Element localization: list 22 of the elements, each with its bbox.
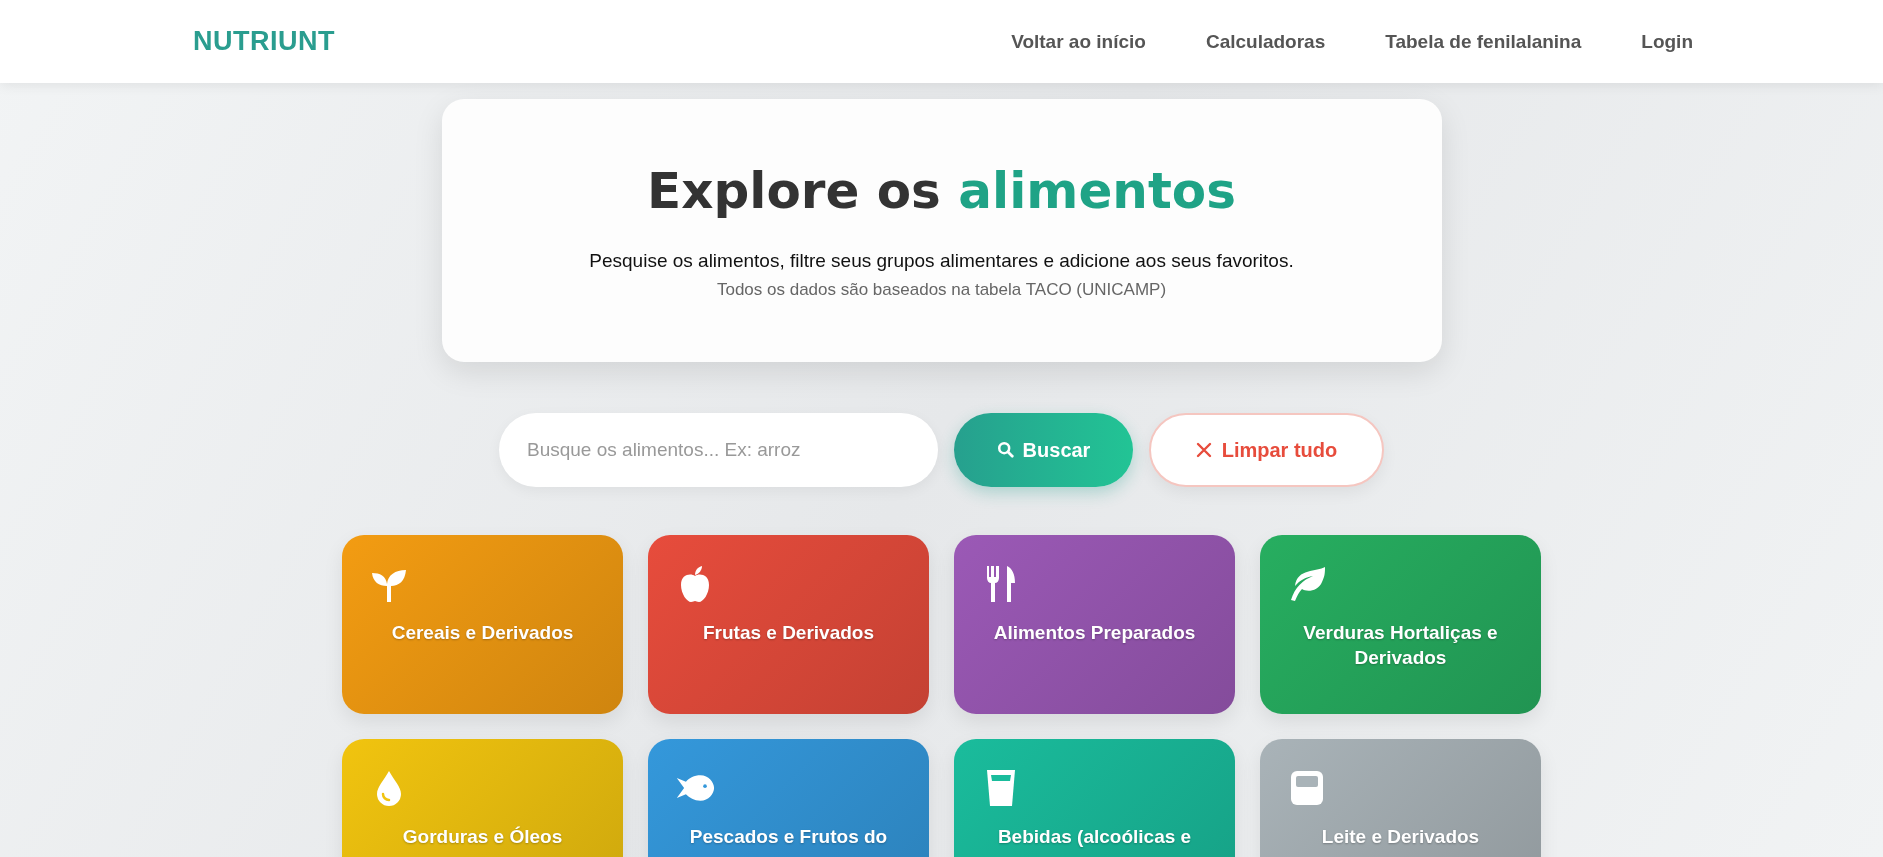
category-card[interactable]: Pescados e Frutos do xyxy=(648,739,929,857)
hero-title-highlight: alimentos xyxy=(958,161,1236,220)
clear-button[interactable]: Limpar tudo xyxy=(1149,413,1384,487)
category-card[interactable]: Leite e Derivados xyxy=(1260,739,1541,857)
hero-title: Explore os xyxy=(647,161,941,220)
nav-link[interactable]: Login xyxy=(1641,30,1693,53)
nav-link[interactable]: Voltar ao início xyxy=(1011,30,1146,53)
category-card[interactable]: Alimentos Preparados xyxy=(954,535,1235,714)
hero-note: Todos os dados são baseados na tabela TACO (UNICAMP) xyxy=(716,279,1167,300)
search-icon xyxy=(996,441,1015,459)
category-card[interactable]: Bebidas (alcoólicas e xyxy=(954,739,1235,857)
category-card[interactable]: Verduras Hortaliças e Derivados xyxy=(1260,535,1541,714)
hero-description: Pesquise os alimentos, filtre seus grupos alimentares e adicione aos seus favoritos. xyxy=(589,249,1294,272)
category-card[interactable]: Frutas e Derivados xyxy=(648,535,929,714)
close-icon xyxy=(1195,442,1212,458)
search-field[interactable]: Busque os alimentos... Ex: arroz xyxy=(499,413,938,487)
logo[interactable]: NUTRIUNT xyxy=(193,26,335,57)
category-card[interactable]: Gorduras e Óleos xyxy=(342,739,623,857)
search-button[interactable]: Buscar xyxy=(954,413,1133,487)
category-card[interactable]: Cereais e Derivados xyxy=(342,535,623,714)
nav-link[interactable]: Tabela de fenilalanina xyxy=(1385,30,1582,53)
nav-link[interactable]: Calculadoras xyxy=(1205,30,1326,53)
